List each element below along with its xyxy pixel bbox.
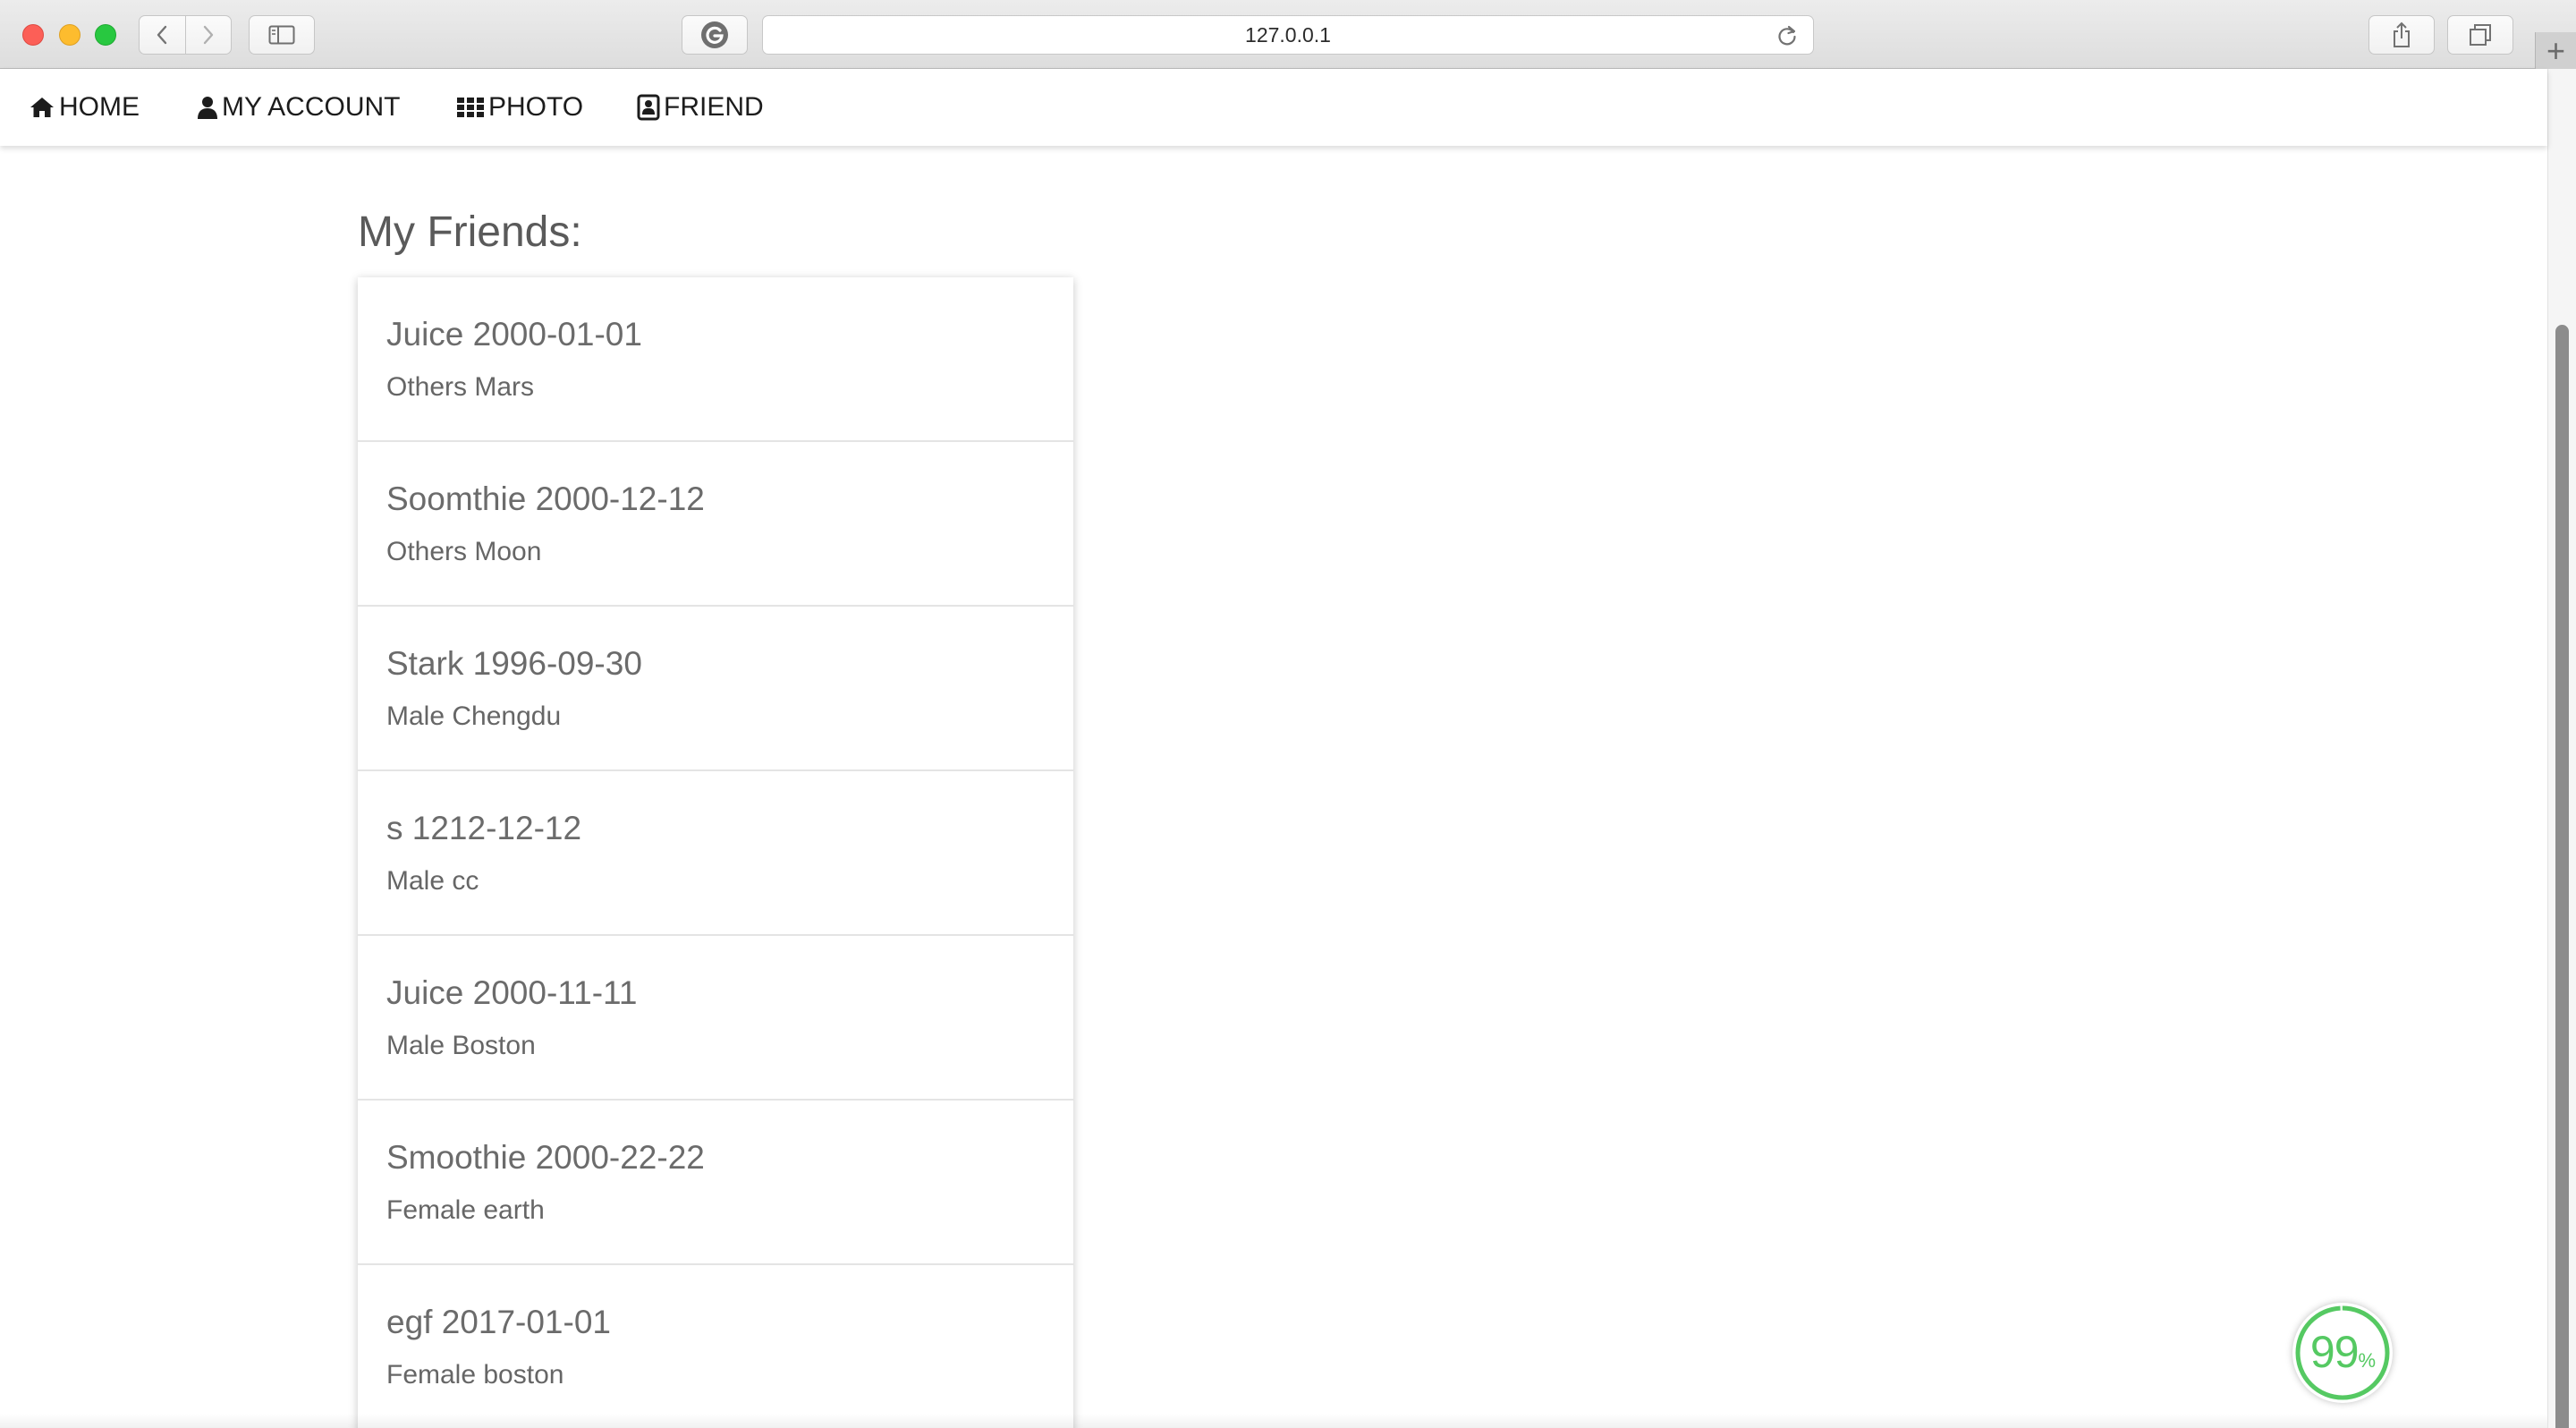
site-nav: HOME MY ACCOUNT PHOTO FRIEND [0, 69, 2547, 146]
friend-list-item[interactable]: s 1212-12-12 Male cc [358, 771, 1073, 936]
nav-home-label: HOME [59, 92, 140, 122]
history-nav [139, 15, 232, 55]
friend-name-birthday: Smoothie 2000-22-22 [386, 1139, 705, 1176]
share-button[interactable] [2368, 15, 2435, 55]
close-window-button[interactable] [22, 24, 44, 46]
scrollbar-thumb[interactable] [2555, 325, 2569, 1428]
friend-name-birthday: Juice 2000-11-11 [386, 974, 638, 1011]
nav-home[interactable]: HOME [29, 69, 140, 146]
friend-gender-location: Male cc [386, 866, 479, 896]
progress-badge[interactable]: 99% [2292, 1303, 2393, 1403]
friend-gender-location: Others Mars [386, 372, 535, 402]
tabs-overview-button[interactable] [2447, 15, 2513, 55]
page-scrollbar[interactable] [2547, 69, 2576, 1428]
address-bar[interactable]: 127.0.0.1 [762, 15, 1814, 55]
forward-button[interactable] [184, 16, 232, 54]
friend-list-item[interactable]: Juice 2000-11-11 Male Boston [358, 936, 1073, 1101]
friends-list: Juice 2000-01-01 Others Mars Soomthie 20… [358, 277, 1073, 1428]
back-icon [157, 25, 167, 45]
friend-gender-location: Male Chengdu [386, 701, 562, 731]
friend-list-item[interactable]: egf 2017-01-01 Female boston [358, 1265, 1073, 1428]
friend-name-birthday: Stark 1996-09-30 [386, 645, 642, 682]
friend-list-item[interactable]: Soomthie 2000-12-12 Others Moon [358, 442, 1073, 607]
forward-icon [203, 25, 213, 45]
friend-name-birthday: Soomthie 2000-12-12 [386, 480, 705, 517]
extension-button[interactable] [682, 15, 748, 55]
nav-my-account-label: MY ACCOUNT [222, 92, 401, 122]
progress-value: 99% [2292, 1326, 2393, 1378]
tabs-overview-icon [2470, 24, 2491, 46]
progress-number: 99 [2309, 1327, 2360, 1377]
minimize-window-button[interactable] [59, 24, 80, 46]
g-extension-icon [701, 21, 728, 48]
friend-list-item[interactable]: Smoothie 2000-22-22 Female earth [358, 1101, 1073, 1265]
sidebar-toggle-button[interactable] [249, 15, 315, 55]
grid-icon [457, 98, 484, 117]
sidebar-icon [268, 25, 295, 45]
reload-icon[interactable] [1775, 24, 1799, 47]
friend-list-item[interactable]: Stark 1996-09-30 Male Chengdu [358, 607, 1073, 771]
friend-name-birthday: egf 2017-01-01 [386, 1304, 611, 1340]
user-icon [198, 97, 217, 119]
address-url: 127.0.0.1 [1245, 22, 1331, 47]
friend-gender-location: Male Boston [386, 1031, 536, 1060]
back-button[interactable] [140, 16, 185, 54]
contact-card-icon [637, 94, 660, 121]
nav-friend-label: FRIEND [664, 92, 764, 122]
share-icon [2394, 21, 2410, 47]
friend-name-birthday: Juice 2000-01-01 [386, 316, 642, 353]
nav-my-account[interactable]: MY ACCOUNT [197, 69, 400, 146]
home-icon [30, 98, 54, 117]
zoom-window-button[interactable] [95, 24, 116, 46]
progress-unit: % [2358, 1349, 2377, 1372]
friend-gender-location: Others Moon [386, 537, 542, 566]
nav-photo[interactable]: PHOTO [456, 69, 583, 146]
friend-gender-location: Female boston [386, 1360, 564, 1390]
page-title: My Friends: [358, 208, 582, 256]
page-bottom-shadow [0, 1414, 2547, 1428]
nav-photo-label: PHOTO [488, 92, 584, 122]
browser-toolbar: 127.0.0.1 + [0, 0, 2576, 69]
friend-list-item[interactable]: Juice 2000-01-01 Others Mars [358, 277, 1073, 442]
nav-friend[interactable]: FRIEND [637, 69, 764, 146]
new-tab-button[interactable]: + [2535, 32, 2576, 69]
friend-name-birthday: s 1212-12-12 [386, 810, 582, 846]
friend-gender-location: Female earth [386, 1195, 545, 1225]
app-window: 127.0.0.1 + HOME MY ACCOUNT PHOTO FRIEND… [0, 0, 2576, 1428]
